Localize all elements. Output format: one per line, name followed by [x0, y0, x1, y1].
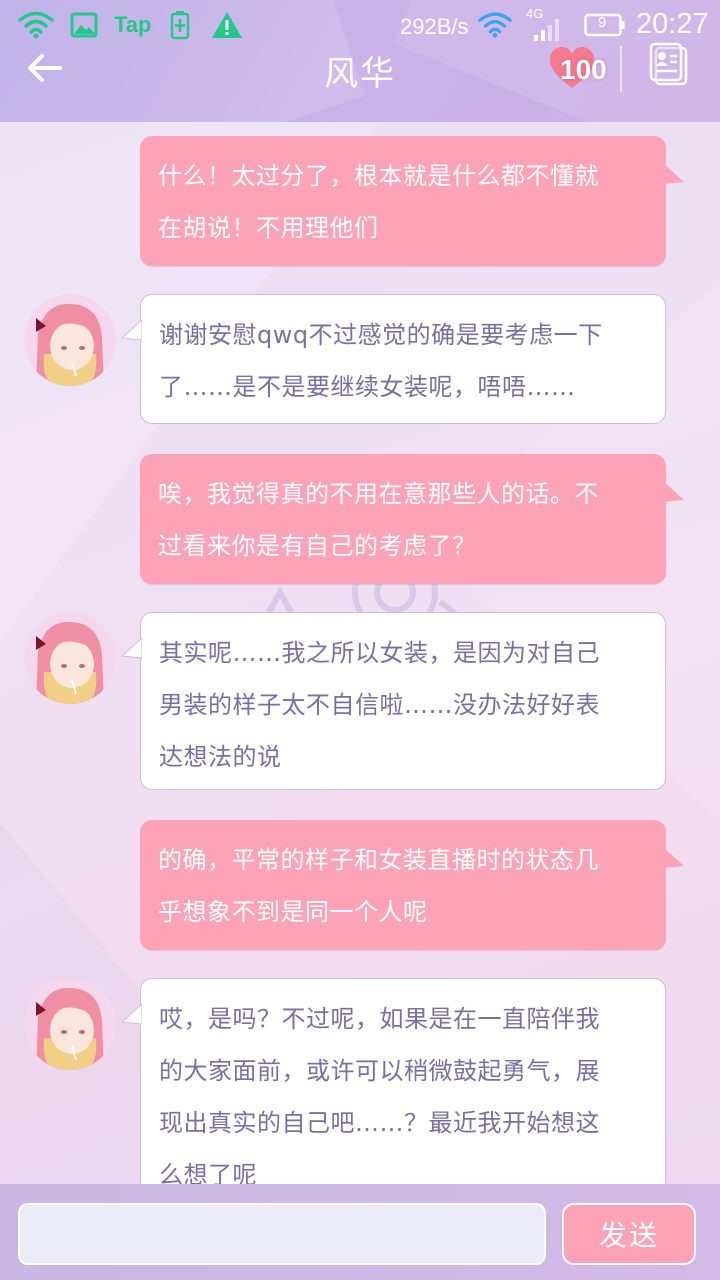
nav-bar: 风华 100	[0, 40, 720, 100]
avatar[interactable]	[24, 978, 116, 1070]
message-line: 其实呢……我之所以女装，是因为对自己	[159, 639, 600, 667]
affection-value: 100	[560, 54, 607, 85]
battery-level: 9	[598, 14, 607, 31]
bubble-tail	[122, 319, 142, 341]
message-line: 现出真实的自己吧……？最近我开始想这	[159, 1109, 600, 1137]
message-line: 男装的样子太不自信啦……没办法好好表	[159, 691, 600, 719]
bubble-tail	[664, 848, 684, 868]
message-bubble-incoming: 其实呢……我之所以女装，是因为对自己 男装的样子太不自信啦……没办法好好表 达想…	[140, 612, 666, 790]
bubble-tail	[122, 637, 142, 659]
bubble-tail	[664, 164, 684, 184]
send-button[interactable]: 发送	[562, 1203, 696, 1265]
network-speed: 292B/s	[400, 14, 469, 39]
message-bubble-incoming: 哎，是吗？不过呢，如果是在一直陪伴我 的大家面前，或许可以稍微鼓起勇气，展 现出…	[140, 978, 666, 1184]
avatar[interactable]	[24, 294, 116, 386]
message-input[interactable]	[18, 1203, 546, 1265]
message-bubble-outgoing: 什么！太过分了，根本就是什么都不懂就 在胡说！不用理他们	[140, 136, 666, 266]
app-header: Tap 292B/s 4G 9 20:27 风华 100	[0, 0, 720, 122]
message-line: 什么！太过分了，根本就是什么都不懂就	[158, 162, 599, 190]
wifi-icon	[18, 8, 54, 42]
message-bubble-outgoing: 的确，平常的样子和女装直播时的状态几 乎想象不到是同一个人呢	[140, 820, 666, 950]
message-line: 乎想象不到是同一个人呢	[158, 898, 428, 926]
message-line: 么想了呢	[159, 1161, 257, 1184]
bubble-tail	[122, 1003, 142, 1025]
message-line: 的大家面前，或许可以稍微鼓起勇气，展	[159, 1057, 600, 1085]
message-line: 谢谢安慰qwq不过感觉的确是要考虑一下	[159, 321, 603, 349]
battery-charging-icon	[170, 8, 190, 42]
clock: 20:27	[636, 8, 709, 40]
image-icon	[70, 8, 98, 42]
tap-app-icon: Tap	[114, 12, 152, 37]
message-bubble-incoming: 谢谢安慰qwq不过感觉的确是要考虑一下 了……是不是要继续女装呢，唔唔……	[140, 294, 666, 424]
message-line: 哎，是吗？不过呢，如果是在一直陪伴我	[159, 1005, 600, 1033]
message-line: 在胡说！不用理他们	[158, 214, 379, 242]
header-divider	[620, 46, 622, 92]
message-line: 达想法的说	[159, 743, 282, 771]
message-bubble-outgoing: 唉，我觉得真的不用在意那些人的话。不 过看来你是有自己的考虑了？	[140, 454, 666, 584]
bubble-tail	[664, 482, 684, 502]
chat-history[interactable]: 什么！太过分了，根本就是什么都不懂就 在胡说！不用理他们 谢谢安慰qwq不过感觉…	[0, 122, 720, 1184]
avatar[interactable]	[24, 612, 116, 704]
contact-card-icon	[649, 42, 688, 86]
composer-bar: 发送	[0, 1184, 720, 1280]
wifi-icon	[478, 8, 512, 42]
profile-button[interactable]	[648, 42, 692, 86]
message-line: 了……是不是要继续女装呢，唔唔……	[159, 373, 576, 401]
warning-icon	[210, 8, 244, 42]
message-line: 的确，平常的样子和女装直播时的状态几	[158, 846, 599, 874]
message-line: 过看来你是有自己的考虑了？	[158, 532, 477, 560]
message-line: 唉，我觉得真的不用在意那些人的话。不	[158, 480, 599, 508]
